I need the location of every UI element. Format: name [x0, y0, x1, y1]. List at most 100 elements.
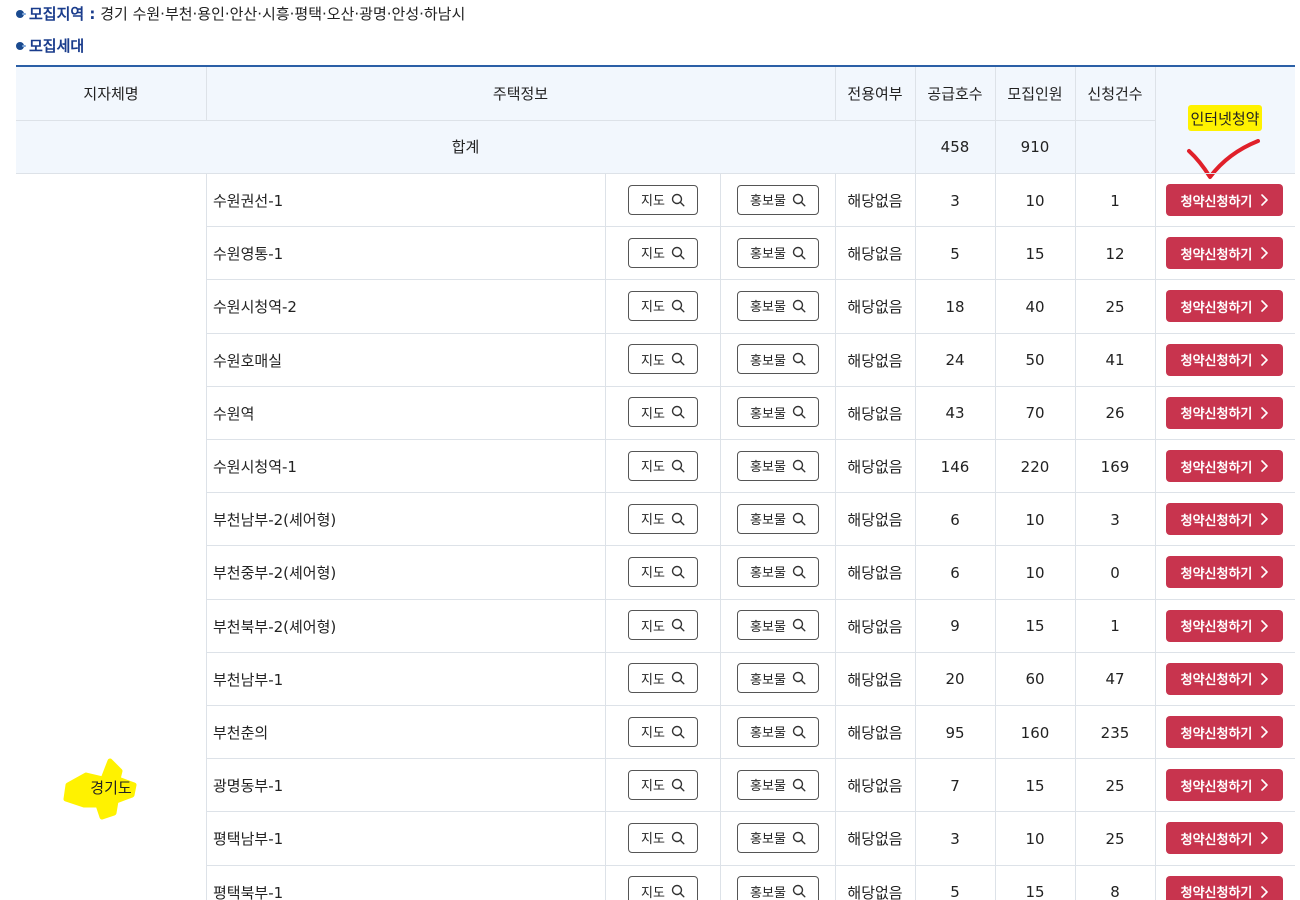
apply-button-label: 청약신청하기	[1180, 513, 1253, 529]
apply-button[interactable]: 청약신청하기	[1166, 716, 1283, 748]
apply-button[interactable]: 청약신청하기	[1166, 556, 1283, 589]
promo-button-label: 홍보물	[750, 247, 786, 263]
header-internet: 인터넷청약	[1190, 109, 1260, 128]
promo-button[interactable]: 홍보물	[737, 556, 819, 587]
apply-button-label: 청약신청하기	[1180, 726, 1253, 742]
recruit-cell: 10	[1025, 191, 1045, 210]
promo-button-label: 홍보물	[750, 779, 786, 795]
exclusive-cell: 해당없음	[847, 670, 903, 689]
promo-button[interactable]: 홍보물	[737, 344, 819, 375]
chevron-right-icon	[1261, 406, 1269, 419]
recruit-cell: 10	[1025, 829, 1045, 848]
search-icon	[671, 618, 685, 632]
recruit-region-label: 모집지역 :	[29, 5, 96, 23]
recruit-cell: 10	[1025, 563, 1045, 582]
map-button-label: 지도	[641, 566, 665, 582]
map-button[interactable]: 지도	[628, 397, 698, 428]
promo-button[interactable]: 홍보물	[737, 716, 819, 747]
map-button[interactable]: 지도	[628, 556, 698, 587]
divider	[1155, 173, 1156, 900]
housing-name: 부천춘의	[213, 724, 269, 742]
map-button[interactable]: 지도	[628, 822, 698, 853]
supply-cell: 6	[950, 563, 960, 582]
promo-button[interactable]: 홍보물	[737, 503, 819, 534]
map-button[interactable]: 지도	[628, 663, 698, 694]
apply-button[interactable]: 청약신청하기	[1166, 396, 1283, 429]
applications-cell: 12	[1105, 244, 1125, 263]
apply-button[interactable]: 청약신청하기	[1166, 662, 1283, 695]
apply-button-label: 청약신청하기	[1180, 566, 1253, 582]
region-name-cell: 경기도	[90, 778, 132, 797]
recruit-cell: 70	[1025, 404, 1045, 423]
exclusive-cell: 해당없음	[847, 192, 903, 210]
recruit-units-title: 모집세대	[29, 37, 85, 55]
promo-button[interactable]: 홍보물	[737, 450, 819, 481]
search-icon	[671, 672, 685, 685]
recruitment-table: 지자체명 주택정보 전용여부 공급호수 모집인원 신청건수 인터넷청약 합계 4…	[16, 65, 1295, 900]
promo-button-label: 홍보물	[750, 300, 786, 316]
map-button[interactable]: 지도	[628, 450, 698, 481]
map-button[interactable]: 지도	[628, 503, 698, 534]
supply-cell: 3	[950, 829, 960, 848]
map-button[interactable]: 지도	[628, 876, 698, 900]
promo-button[interactable]: 홍보물	[737, 822, 819, 853]
recruit-cell: 60	[1025, 670, 1045, 689]
promo-button[interactable]: 홍보물	[737, 397, 819, 428]
apply-button-label: 청약신청하기	[1180, 247, 1253, 263]
chevron-right-icon	[1261, 832, 1269, 845]
divider	[995, 67, 996, 173]
housing-name: 수원역	[213, 404, 255, 423]
apply-button[interactable]: 청약신청하기	[1166, 343, 1283, 376]
exclusive-cell: 해당없음	[847, 458, 903, 476]
supply-cell: 18	[945, 297, 965, 316]
promo-button[interactable]: 홍보물	[737, 290, 819, 321]
applications-cell: 1	[1110, 191, 1120, 210]
apply-button-label: 청약신청하기	[1180, 300, 1253, 316]
apply-button[interactable]: 청약신청하기	[1166, 503, 1283, 536]
promo-button[interactable]: 홍보물	[737, 876, 819, 900]
chevron-right-icon	[1261, 194, 1269, 206]
map-button-label: 지도	[641, 513, 665, 529]
map-button-label: 지도	[641, 619, 665, 635]
chevron-right-icon	[1261, 513, 1269, 525]
promo-button-label: 홍보물	[750, 832, 786, 848]
promo-button[interactable]: 홍보물	[737, 237, 819, 268]
map-button[interactable]: 지도	[628, 237, 698, 268]
apply-button-label: 청약신청하기	[1180, 354, 1253, 370]
chevron-right-icon	[1261, 885, 1269, 898]
map-button[interactable]: 지도	[628, 769, 698, 800]
apply-button[interactable]: 청약신청하기	[1166, 184, 1283, 216]
recruit-cell: 40	[1025, 297, 1045, 316]
promo-button[interactable]: 홍보물	[737, 663, 819, 694]
promo-button-label: 홍보물	[750, 885, 786, 900]
map-button[interactable]: 지도	[628, 184, 698, 215]
search-icon	[671, 565, 685, 579]
map-button[interactable]: 지도	[628, 290, 698, 321]
apply-button[interactable]: 청약신청하기	[1166, 450, 1283, 482]
chevron-right-icon	[1261, 247, 1269, 259]
apply-button[interactable]: 청약신청하기	[1166, 290, 1283, 323]
apply-button[interactable]: 청약신청하기	[1166, 609, 1283, 642]
recruit-region-line: 모집지역 : 경기 수원·부천·용인·안산·시흥·평택·오산·광명·안성·하남시	[16, 3, 465, 25]
housing-name: 수원시청역-2	[213, 298, 297, 317]
exclusive-cell: 해당없음	[847, 351, 903, 370]
promo-button[interactable]: 홍보물	[737, 184, 819, 215]
promo-button[interactable]: 홍보물	[737, 610, 819, 641]
search-icon	[671, 831, 685, 845]
supply-cell: 7	[950, 776, 960, 795]
housing-name: 수원권선-1	[213, 192, 284, 210]
promo-button-label: 홍보물	[750, 353, 786, 369]
supply-cell: 146	[940, 457, 970, 476]
apply-button[interactable]: 청약신청하기	[1166, 237, 1283, 270]
map-button-label: 지도	[641, 672, 665, 688]
chevron-right-icon	[1261, 460, 1269, 472]
apply-button[interactable]: 청약신청하기	[1166, 822, 1283, 855]
apply-button[interactable]: 청약신청하기	[1166, 875, 1283, 900]
apply-button[interactable]: 청약신청하기	[1166, 769, 1283, 802]
promo-button[interactable]: 홍보물	[737, 769, 819, 800]
map-button[interactable]: 지도	[628, 344, 698, 375]
map-button[interactable]: 지도	[628, 716, 698, 747]
search-icon	[792, 459, 806, 473]
supply-cell: 6	[950, 510, 960, 529]
map-button[interactable]: 지도	[628, 610, 698, 641]
